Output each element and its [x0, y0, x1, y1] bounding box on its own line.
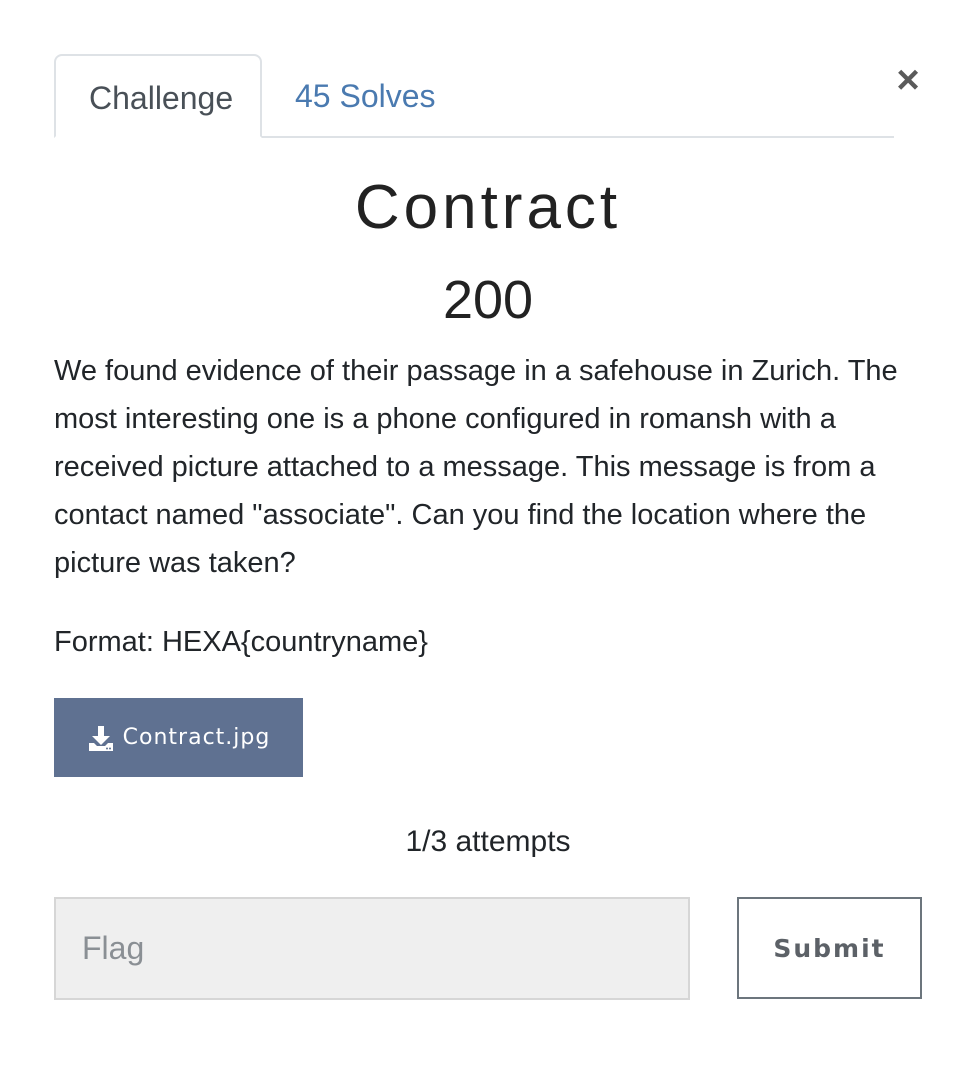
challenge-value: 200	[442, 270, 534, 330]
tab-solves[interactable]: 45 Solves	[262, 54, 469, 138]
challenge-modal: × Challenge 45 Solves Contract 200 We fo…	[0, 0, 976, 1080]
challenge-tabs: Challenge 45 Solves	[54, 54, 894, 138]
download-file-label: Contract.jpg	[122, 725, 271, 750]
download-file-button[interactable]: Contract.jpg	[54, 698, 303, 777]
tab-challenge[interactable]: Challenge	[54, 54, 262, 138]
flag-input[interactable]	[54, 897, 690, 1000]
attempts-counter: 1/3 attempts	[405, 825, 571, 858]
submit-button[interactable]: Submit	[737, 897, 922, 999]
challenge-name: Contract	[354, 173, 622, 242]
challenge-format: Format: HEXA{countryname}	[54, 626, 428, 658]
challenge-description: We found evidence of their passage in a …	[54, 355, 898, 579]
close-icon[interactable]: ×	[893, 60, 923, 100]
download-icon	[87, 724, 115, 752]
